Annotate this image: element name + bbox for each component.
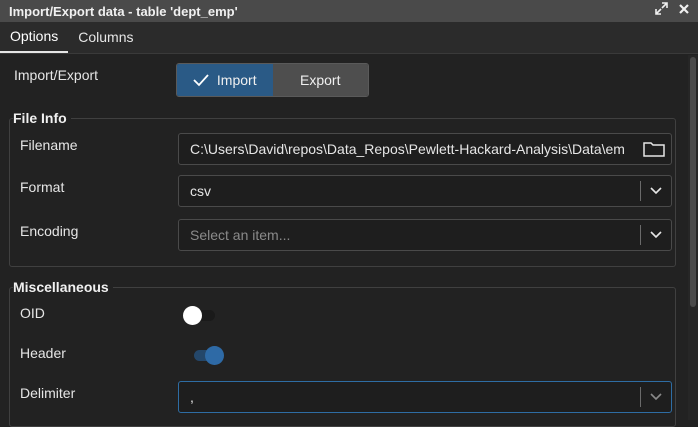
vertical-scrollbar[interactable] — [688, 55, 698, 420]
close-icon[interactable] — [678, 3, 690, 18]
delimiter-label: Delimiter — [20, 385, 76, 401]
delimiter-value: , — [190, 389, 194, 405]
import-export-toggle: Import Export — [176, 63, 369, 97]
switch-knob — [205, 346, 224, 365]
chevron-down-icon[interactable] — [641, 187, 671, 195]
window-titlebar: Import/Export data - table 'dept_emp' — [0, 0, 698, 22]
export-label: Export — [300, 72, 341, 88]
filename-value: C:\Users\David\repos\Data_Repos\Pewlett-… — [190, 141, 625, 157]
format-value: csv — [190, 183, 211, 199]
format-label: Format — [20, 179, 65, 195]
tab-options[interactable]: Options — [0, 21, 69, 53]
file-info-title: File Info — [13, 110, 71, 126]
oid-switch[interactable] — [183, 305, 217, 325]
delimiter-select[interactable]: , — [178, 381, 672, 413]
header-label: Header — [20, 345, 66, 361]
tab-bar: Options Columns — [0, 22, 698, 54]
tab-columns[interactable]: Columns — [68, 21, 143, 53]
header-switch[interactable] — [190, 345, 224, 365]
switch-knob — [183, 306, 202, 325]
expand-icon[interactable] — [655, 2, 668, 18]
scrollbar-thumb[interactable] — [690, 57, 696, 307]
check-icon — [193, 73, 209, 87]
import-export-label: Import/Export — [14, 67, 99, 83]
encoding-label: Encoding — [20, 223, 79, 239]
folder-icon[interactable] — [637, 141, 671, 157]
window-title: Import/Export data - table 'dept_emp' — [9, 3, 238, 19]
miscellaneous-title: Miscellaneous — [13, 279, 113, 295]
encoding-select[interactable]: Select an item... — [178, 219, 672, 251]
export-button[interactable]: Export — [272, 64, 368, 96]
chevron-down-icon[interactable] — [641, 231, 671, 239]
filename-label: Filename — [20, 137, 78, 153]
import-label: Import — [216, 72, 257, 88]
format-select[interactable]: csv — [178, 175, 672, 207]
import-button[interactable]: Import — [177, 64, 273, 96]
encoding-placeholder: Select an item... — [190, 227, 291, 243]
oid-label: OID — [20, 305, 45, 321]
filename-input[interactable]: C:\Users\David\repos\Data_Repos\Pewlett-… — [178, 133, 672, 165]
chevron-down-icon[interactable] — [641, 393, 671, 401]
